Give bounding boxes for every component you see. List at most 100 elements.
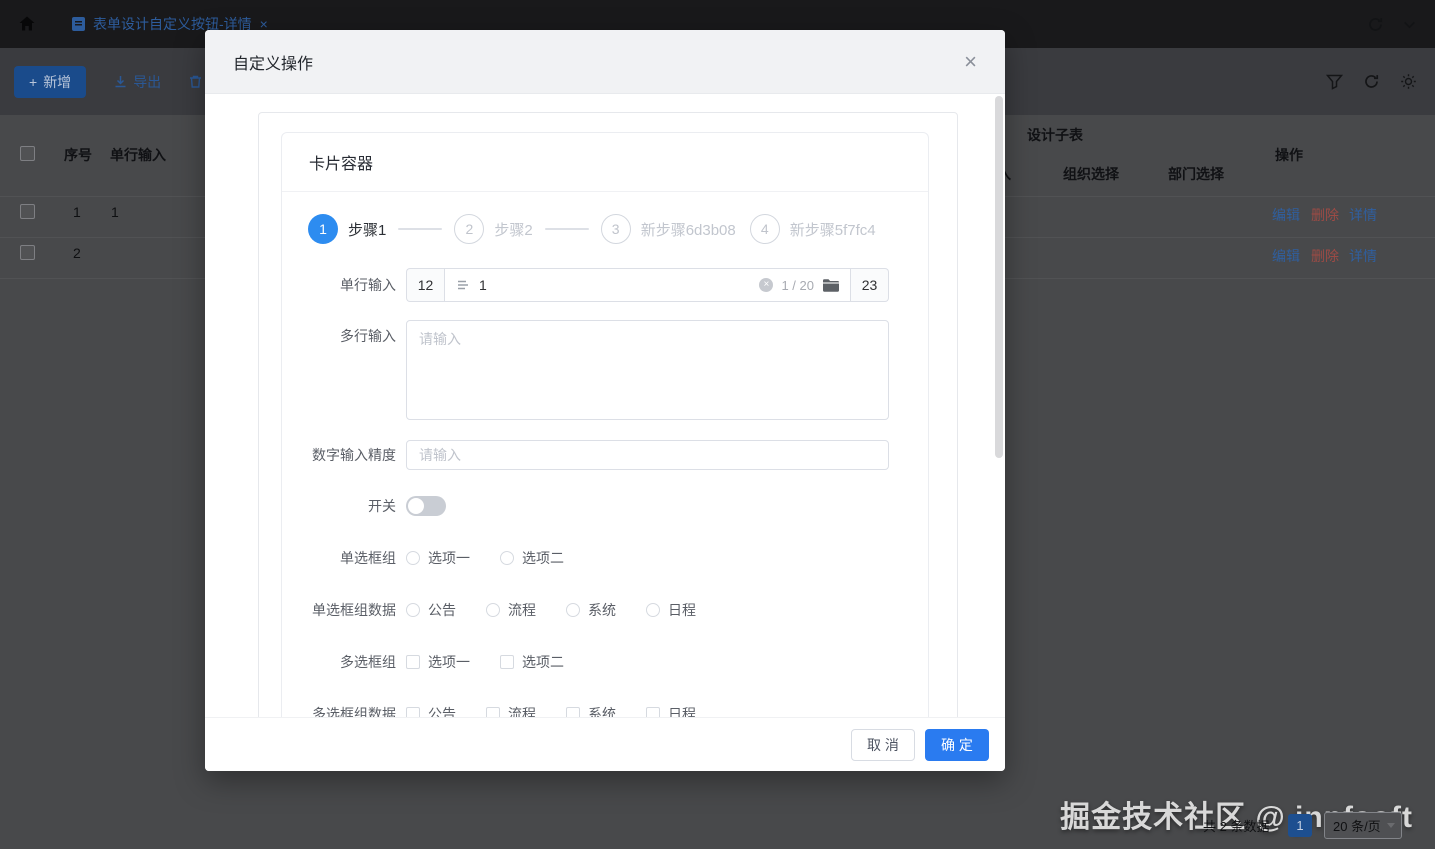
col-header-actions: 操作 (1275, 147, 1303, 163)
detail-link[interactable]: 详情 (1349, 246, 1377, 266)
pagination-total: 共 2 条数据 (1203, 819, 1270, 834)
cancel-button[interactable]: 取 消 (851, 728, 915, 761)
textarea-label: 多行输入 (340, 328, 396, 344)
radio-icon (406, 603, 420, 617)
input-append: 23 (851, 268, 889, 302)
chevron-down-icon[interactable] (1402, 17, 1417, 32)
single-input-group: 12 1 × 1 / 20 23 (406, 268, 889, 302)
step-wizard: 1 步骤1 2 步骤2 3 新步骤6d3b08 4 新步骤5f7fc4 (308, 214, 914, 244)
col-header-org-select: 组织选择 (1063, 166, 1119, 182)
checkbox-icon (406, 707, 420, 717)
step-4[interactable]: 4 新步骤5f7fc4 (749, 214, 876, 244)
checkbox-option[interactable]: 日程 (646, 704, 696, 717)
checkbox-icon (566, 707, 580, 717)
radio-option[interactable]: 系统 (566, 600, 616, 620)
modal-scrollbar[interactable] (995, 96, 1003, 458)
col-header-index: 序号 (64, 147, 92, 163)
checkbox-option-label: 流程 (508, 706, 536, 717)
gear-icon[interactable] (1400, 73, 1417, 90)
card-container: 卡片容器 1 步骤1 2 步骤2 3 新步骤6d3b08 4 新步骤5f7fc4… (281, 132, 929, 717)
radio-icon (500, 551, 514, 565)
radio-option[interactable]: 日程 (646, 600, 696, 620)
checkbox-icon (646, 707, 660, 717)
single-input-value: 1 (479, 277, 487, 293)
step-4-label: 新步骤5f7fc4 (789, 221, 876, 239)
checkbox-option[interactable]: 选项一 (406, 652, 470, 672)
row-checkbox[interactable] (20, 204, 35, 219)
document-icon (72, 17, 85, 31)
cell-index: 2 (73, 245, 81, 261)
caret-down-icon (1387, 823, 1395, 828)
export-button[interactable]: 导出 (113, 72, 161, 92)
step-3[interactable]: 3 新步骤6d3b08 (600, 214, 736, 244)
radio-option-label: 流程 (508, 602, 536, 618)
delete-link[interactable]: 删除 (1311, 205, 1339, 225)
checkbox-option-label: 选项二 (522, 654, 564, 670)
step-2-number: 2 (454, 214, 485, 244)
lines-icon (455, 277, 471, 293)
checkbox-icon (486, 707, 500, 717)
step-connector (544, 228, 589, 230)
edit-link[interactable]: 编辑 (1272, 246, 1300, 266)
radio-option-label: 公告 (428, 602, 456, 618)
char-counter: 1 / 20 (781, 277, 814, 293)
page-size-select[interactable]: 20 条/页 (1324, 812, 1402, 839)
step-connector (398, 228, 443, 230)
radio-option[interactable]: 选项二 (500, 548, 564, 568)
home-icon[interactable] (18, 15, 36, 33)
radio-option[interactable]: 流程 (486, 600, 536, 620)
checkbox-option-label: 日程 (668, 706, 696, 717)
plus-icon: + (29, 73, 38, 90)
step-1-label: 步骤1 (348, 221, 387, 239)
checkbox-option-label: 选项一 (428, 654, 470, 670)
refresh-icon[interactable] (1367, 16, 1384, 33)
folder-icon[interactable] (822, 278, 840, 293)
single-input-field[interactable]: 1 × 1 / 20 (444, 268, 851, 302)
add-button[interactable]: + 新增 (14, 65, 87, 98)
checkbox-option[interactable]: 系统 (566, 704, 616, 717)
checkbox-icon (406, 655, 420, 669)
export-button-label: 导出 (133, 73, 162, 90)
switch-toggle[interactable] (406, 496, 446, 516)
detail-link[interactable]: 详情 (1349, 205, 1377, 225)
delete-link[interactable]: 删除 (1311, 246, 1339, 266)
radio-option-label: 系统 (588, 602, 616, 618)
checkbox-option-label: 系统 (588, 706, 616, 717)
step-4-number: 4 (749, 214, 780, 244)
number-precision-input[interactable] (406, 440, 889, 470)
step-3-number: 3 (600, 214, 631, 244)
col-header-single-input: 单行输入 (110, 147, 166, 163)
radio-option[interactable]: 选项一 (406, 548, 470, 568)
step-1[interactable]: 1 步骤1 (308, 214, 386, 244)
radio-icon (406, 551, 420, 565)
clear-icon[interactable]: × (759, 278, 774, 292)
radio-icon (486, 603, 500, 617)
radio-icon (566, 603, 580, 617)
checkbox-option[interactable]: 流程 (486, 704, 536, 717)
multiline-input[interactable] (406, 320, 889, 420)
edit-link[interactable]: 编辑 (1272, 205, 1300, 225)
select-all-checkbox[interactable] (20, 146, 35, 161)
checkbox-group-label: 多选框组 (340, 654, 396, 670)
number-input-label: 数字输入精度 (312, 447, 396, 463)
pagination-page-1[interactable]: 1 (1288, 814, 1312, 837)
radio-group-label: 单选框组 (340, 550, 396, 566)
input-prepend: 12 (406, 268, 444, 302)
checkbox-option[interactable]: 选项二 (500, 652, 564, 672)
form-panel: 卡片容器 1 步骤1 2 步骤2 3 新步骤6d3b08 4 新步骤5f7fc4… (258, 112, 958, 717)
page-size-value: 20 条/页 (1333, 819, 1381, 834)
dialog-footer: 取 消 确 定 (205, 717, 1005, 771)
checkbox-option-label: 公告 (428, 706, 456, 717)
card-title: 卡片容器 (282, 133, 928, 192)
single-input-label: 单行输入 (340, 277, 396, 293)
radio-option-label: 选项二 (522, 550, 564, 566)
step-2-label: 步骤2 (494, 221, 533, 239)
filter-icon[interactable] (1326, 74, 1343, 90)
confirm-button[interactable]: 确 定 (925, 728, 989, 761)
refresh-icon[interactable] (1363, 73, 1380, 90)
close-icon[interactable]: × (964, 50, 977, 73)
step-2[interactable]: 2 步骤2 (454, 214, 533, 244)
row-checkbox[interactable] (20, 245, 35, 260)
checkbox-option[interactable]: 公告 (406, 704, 456, 717)
radio-option[interactable]: 公告 (406, 600, 456, 620)
